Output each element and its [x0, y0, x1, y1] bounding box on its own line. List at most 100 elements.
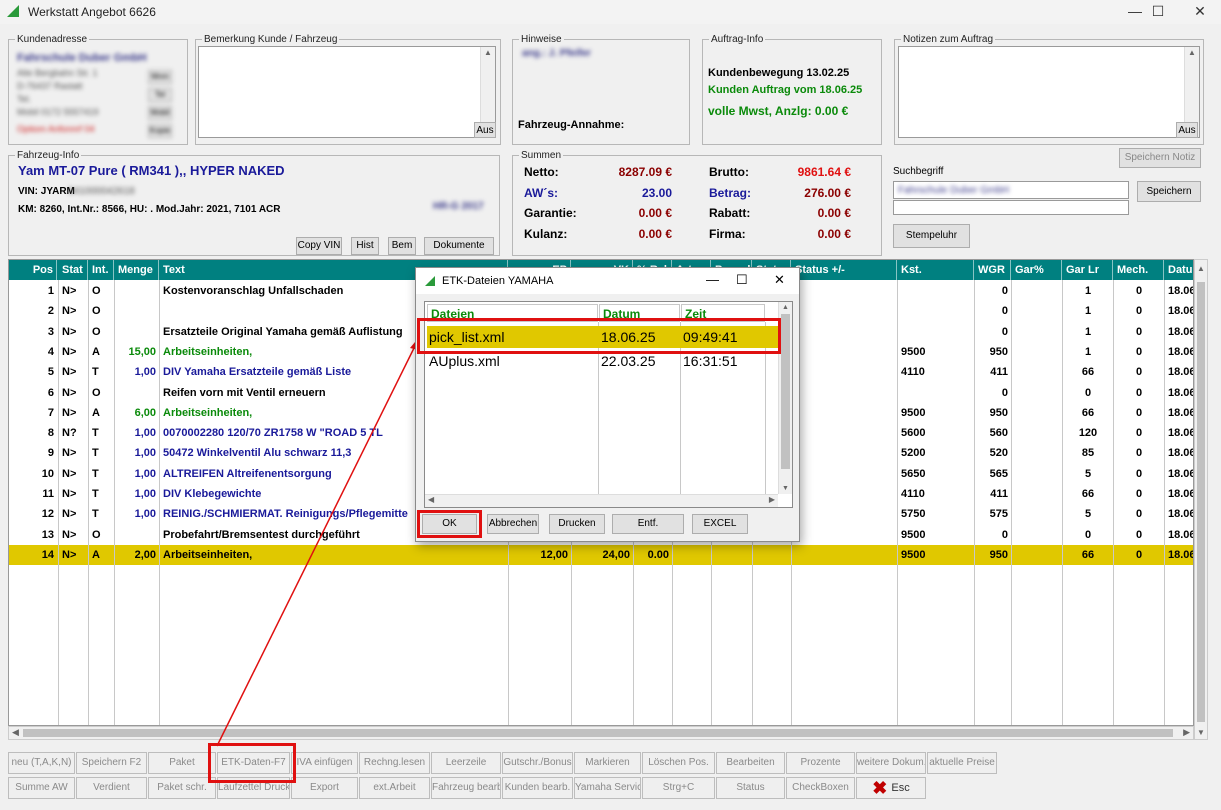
grid-scroll-down-icon[interactable]: ▼: [1197, 728, 1205, 737]
close-button[interactable]: ✕: [1177, 0, 1221, 24]
copy-vin-button[interactable]: Copy VIN: [296, 237, 342, 255]
toolbar-button-1[interactable]: Speichern F2: [76, 752, 147, 774]
toolbar-button-row2-10[interactable]: Status: [716, 777, 785, 799]
toolbar-button-row2-12[interactable]: ✖ Esc: [856, 777, 926, 799]
col-header-garlr[interactable]: Gar Lr: [1063, 260, 1113, 280]
maximize-button[interactable]: ☐: [1135, 0, 1181, 24]
toolbar-button-row2-5[interactable]: ext.Arbeit: [359, 777, 430, 799]
kunde-side-button-4[interactable]: Kopie: [148, 124, 172, 138]
toolbar-button-row2-11[interactable]: CheckBoxen: [786, 777, 855, 799]
file-zeit: 16:31:51: [683, 353, 738, 369]
cell-datum: 18.06: [1168, 548, 1194, 561]
stempeluhr-button[interactable]: Stempeluhr: [893, 224, 970, 248]
toolbar-button-2[interactable]: Paket: [148, 752, 216, 774]
mwst-text: volle Mwst, Anzlg: 0.00 €: [708, 104, 849, 118]
file-list-scroll-left-icon[interactable]: ◀: [428, 495, 434, 504]
kunde-side-button-1[interactable]: Mnm: [148, 70, 172, 84]
cell-pos: 10: [41, 467, 54, 480]
toolbar-button-8[interactable]: Markieren: [574, 752, 641, 774]
netto-label: Netto:: [524, 165, 559, 179]
toolbar-button-row2-0[interactable]: Summe AW: [8, 777, 75, 799]
file-list-scroll-right-icon[interactable]: ▶: [769, 495, 775, 504]
cell-datum: 18.06: [1168, 366, 1194, 379]
cell-mech: 0: [1135, 386, 1143, 399]
grid-horizontal-scrollbar[interactable]: ◀ ▶: [8, 726, 1194, 740]
dialog-maximize-button[interactable]: ☐: [736, 272, 748, 288]
col-header-datum[interactable]: Datum: [1165, 260, 1193, 280]
col-header-kst[interactable]: Kst.: [898, 260, 974, 280]
toolbar-button-10[interactable]: Bearbeiten: [716, 752, 785, 774]
col-header-mech[interactable]: Mech.: [1114, 260, 1164, 280]
toolbar-button-9[interactable]: Löschen Pos.: [642, 752, 715, 774]
toolbar-button-0[interactable]: neu (T,A,K,N): [8, 752, 75, 774]
grid-vertical-scrollbar[interactable]: ▲ ▼: [1194, 259, 1208, 740]
toolbar-button-row2-9[interactable]: Strg+C: [642, 777, 715, 799]
cell-garlr: 0: [1084, 528, 1092, 541]
such-speichern-button[interactable]: Speichern: [1137, 181, 1201, 202]
grid-scroll-left-icon[interactable]: ◀: [12, 727, 19, 738]
cell-mech: 0: [1135, 366, 1143, 379]
toolbar-button-row2-7[interactable]: Kunden bearb.: [502, 777, 573, 799]
notizen-aus-button[interactable]: Aus: [1176, 122, 1198, 138]
dialog-drucken-button[interactable]: Drucken: [549, 514, 605, 534]
toolbar-button-13[interactable]: aktuelle Preise: [927, 752, 997, 774]
toolbar-button-11[interactable]: Prozente: [786, 752, 855, 774]
dialog-entf-button[interactable]: Entf.: [612, 514, 684, 534]
file-list-hscroll[interactable]: ◀ ▶: [425, 494, 778, 507]
toolbar-button-row2-6[interactable]: Fahrzeug bearb.: [431, 777, 501, 799]
notizen-textarea[interactable]: ▲▼: [898, 46, 1200, 138]
col-header-menge[interactable]: Menge: [115, 260, 159, 280]
toolbar-button-row2-1[interactable]: Verdient: [76, 777, 147, 799]
vin-label: VIN: JYARM: [18, 186, 75, 197]
speichern-notiz-button[interactable]: Speichern Notiz: [1119, 148, 1201, 168]
grid-scroll-right-icon[interactable]: ▶: [1183, 727, 1190, 738]
hist-button[interactable]: Hist: [351, 237, 379, 255]
dialog-close-button[interactable]: ✕: [774, 272, 785, 288]
hinweise-text: ang.: J. Pfeifer: [522, 48, 591, 59]
kunde-mobil: Mobil 0172 5557419: [17, 107, 99, 117]
suchbegriff-input-2[interactable]: [893, 200, 1129, 215]
toolbar-button-6[interactable]: Leerzeile: [431, 752, 501, 774]
dialog-excel-button[interactable]: EXCEL: [692, 514, 748, 534]
dialog-minimize-button[interactable]: —: [706, 272, 719, 287]
cell-datum: 18.06: [1168, 427, 1194, 440]
file-list-scroll-thumb[interactable]: [781, 314, 790, 469]
kunde-side-button-2[interactable]: Tel: [148, 88, 172, 102]
col-header-pos[interactable]: Pos: [9, 260, 57, 280]
cell-stat: N>: [62, 548, 77, 561]
col-header-wgr[interactable]: WGR: [975, 260, 1011, 280]
grid-scroll-up-icon[interactable]: ▲: [1197, 264, 1205, 273]
cell-datum: 18.06: [1168, 488, 1194, 500]
file-list-scroll-up-icon[interactable]: ▲: [782, 304, 789, 311]
garantie-value: 0.00 €: [638, 206, 672, 220]
file-list-scroll-down-icon[interactable]: ▼: [782, 485, 789, 492]
toolbar-button-4[interactable]: IVA einfügen: [291, 752, 358, 774]
auftrag-info-legend: Auftrag-Info: [711, 34, 764, 45]
toolbar-button-row2-4[interactable]: Export: [291, 777, 358, 799]
toolbar-button-row2-2[interactable]: Paket schr.: [148, 777, 216, 799]
bem-button[interactable]: Bem: [388, 237, 416, 255]
betrag-value: 276.00 €: [804, 186, 851, 200]
bemerkung-aus-button[interactable]: Aus: [474, 122, 496, 138]
cell-int: O: [92, 528, 101, 541]
grid-hscroll-thumb[interactable]: [23, 729, 1173, 737]
col-header-gar[interactable]: Gar%: [1012, 260, 1062, 280]
suchbegriff-input[interactable]: Fahrschule Duber GmbH: [893, 181, 1129, 199]
toolbar-button-7[interactable]: Gutschr./Bonus: [502, 752, 573, 774]
table-row[interactable]: 14 N> A 2,00 Arbeitseinheiten, 12,00 24,00 0.00…: [9, 544, 1194, 565]
col-header-int[interactable]: Int.: [89, 260, 114, 280]
cell-kst: 4110: [901, 366, 925, 379]
col-header-status[interactable]: Status +/-: [792, 260, 897, 280]
grid-scroll-thumb[interactable]: [1197, 282, 1205, 722]
toolbar-button-5[interactable]: Rechng.lesen: [359, 752, 430, 774]
dialog-abbrechen-button[interactable]: Abbrechen: [487, 514, 539, 534]
dokumente-button[interactable]: Dokumente: [424, 237, 494, 255]
cell-kst: 5600: [901, 427, 926, 440]
toolbar-button-row2-8[interactable]: Yamaha Service: [574, 777, 641, 799]
col-header-stat[interactable]: Stat: [59, 260, 88, 280]
kunde-side-button-3[interactable]: Mobil: [148, 106, 172, 120]
cell-stat: N>: [62, 305, 77, 318]
toolbar-button-12[interactable]: weitere Dokum.: [856, 752, 926, 774]
bemerkung-textarea[interactable]: ▲▼: [198, 46, 496, 138]
cell-kst: 4110: [901, 488, 925, 500]
